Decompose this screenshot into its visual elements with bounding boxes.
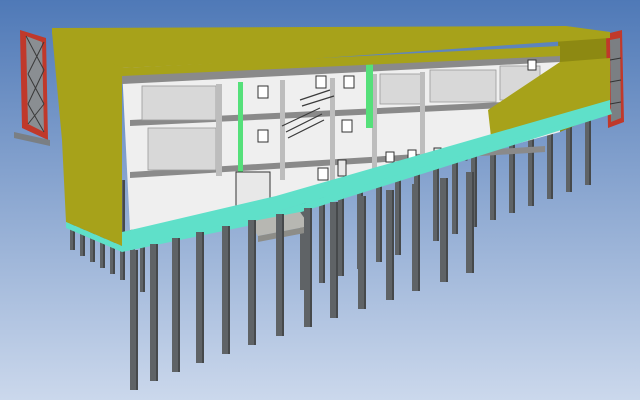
green-accent-strip: [238, 82, 243, 174]
foundation-pile-shade: [254, 220, 256, 345]
foundation-pile-shade: [310, 208, 312, 327]
foundation-pile-shade: [364, 196, 366, 309]
foundation-pile-shade: [228, 226, 230, 354]
foundation-pile-shade: [392, 190, 394, 300]
foundation-pile-shade: [123, 180, 125, 280]
foundation-pile-shade: [282, 214, 284, 336]
foundation-pile-shade: [136, 250, 138, 390]
foundation-pile-shade: [336, 202, 338, 318]
foundation-pile-shade: [472, 172, 474, 273]
foundation-pile-shade: [202, 232, 204, 363]
foundation-pile-shade: [446, 178, 448, 282]
foundation-pile-shade: [156, 244, 158, 381]
model-viewport[interactable]: [0, 0, 640, 400]
foundation-pile-shade: [418, 184, 420, 291]
foundation-pile-shade: [178, 238, 180, 372]
building-model[interactable]: [0, 0, 640, 400]
green-accent-strip: [366, 64, 373, 128]
